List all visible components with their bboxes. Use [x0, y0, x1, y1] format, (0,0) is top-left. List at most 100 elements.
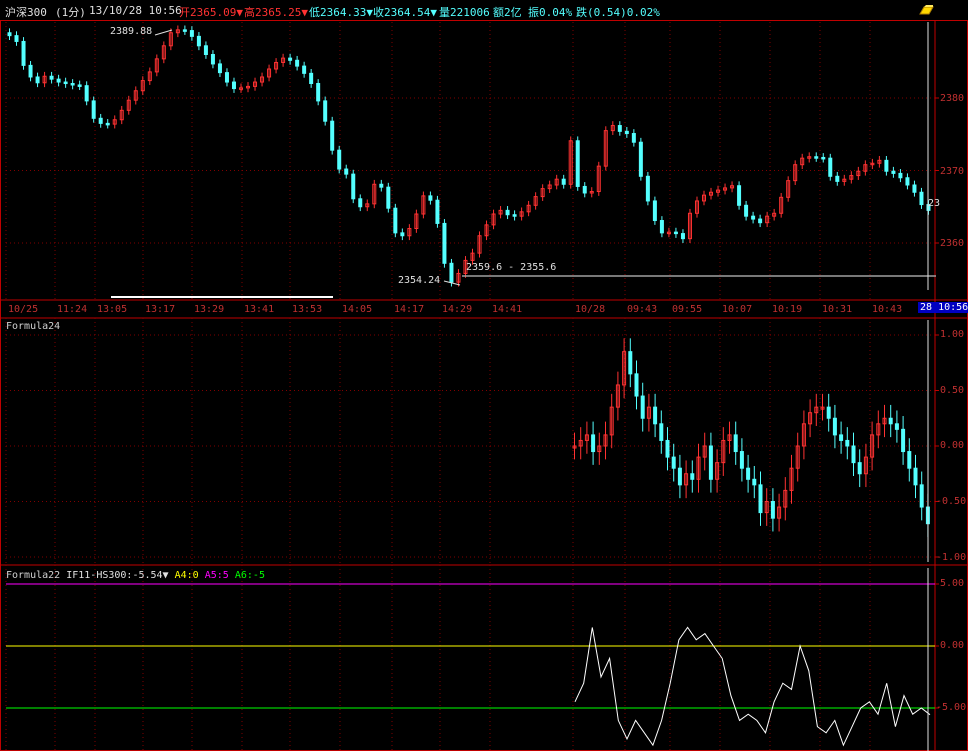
change-value: 跌(0.54)0.02% — [576, 6, 660, 19]
amplitude-value: 振0.04% — [528, 6, 573, 19]
f24-body — [752, 478, 757, 486]
candle-body — [638, 141, 643, 177]
candle-body — [14, 35, 19, 42]
candle-body — [673, 231, 678, 235]
volume-value: 量221006 — [439, 6, 490, 19]
time-label: 13:17 — [145, 304, 176, 315]
candle-body — [105, 122, 110, 126]
f24-body — [901, 428, 906, 453]
chart-canvas[interactable] — [0, 0, 968, 751]
f24-body — [758, 484, 763, 514]
f24-body — [832, 417, 837, 436]
f24-body — [591, 434, 596, 453]
candle-body — [505, 209, 510, 216]
f24-body — [919, 484, 924, 508]
candle-body — [919, 191, 924, 206]
candle-body — [56, 78, 61, 83]
time-label: 14:05 — [342, 304, 373, 315]
candle-body — [309, 72, 314, 84]
candle-body — [575, 140, 580, 187]
candle-body — [295, 59, 300, 67]
candle-body — [203, 45, 208, 55]
formula24-tick-m1: -1.00 — [936, 552, 967, 563]
candle-body — [891, 170, 896, 174]
ifspread-line — [574, 626, 931, 747]
price-tick-2380: 2380 — [940, 93, 965, 104]
time-label: 09:55 — [672, 304, 703, 315]
current-date: 28 — [920, 302, 933, 313]
candle-body — [428, 195, 433, 201]
candle-body — [98, 117, 103, 124]
candle-body — [77, 84, 82, 87]
candle-body — [196, 35, 201, 47]
formula24-tick-0: 0.00 — [940, 440, 965, 451]
candle-body — [316, 83, 321, 102]
candle-body — [652, 200, 657, 222]
candle-body — [344, 168, 349, 175]
f24-body — [907, 451, 912, 469]
candle-body — [821, 156, 826, 160]
f24-body — [671, 456, 676, 469]
formula22-value: IF11-HS300:-5.54▼ — [66, 570, 169, 581]
measure-annotation: 2359.6 - 2355.6 — [466, 262, 557, 273]
candle-body — [645, 175, 650, 202]
candle-body — [35, 76, 40, 84]
f24-body — [659, 423, 664, 441]
time-label: 09:43 — [627, 304, 658, 315]
candle-body — [400, 232, 405, 237]
time-label: 10/28 — [575, 304, 606, 315]
candle-body — [393, 207, 398, 234]
outer-frame — [0, 20, 968, 751]
f24-body — [733, 434, 738, 453]
formula24-tick-05: 0.50 — [940, 385, 965, 396]
f24-body — [677, 467, 682, 486]
time-label: 13:29 — [194, 304, 225, 315]
time-label: 14:41 — [492, 304, 523, 315]
candle-body — [351, 173, 356, 200]
formula24-title[interactable]: Formula24 — [6, 321, 60, 332]
instrument-name[interactable]: 沪深300 — [5, 4, 47, 20]
candle-body — [905, 177, 910, 186]
f24-body — [857, 462, 862, 475]
formula22-title[interactable]: Formula22 IF11-HS300:-5.54▼ A4:0 A5:5 A6… — [6, 570, 265, 581]
candle-body — [512, 214, 517, 217]
quote-header: 沪深300 (1分) 13/10/28 10:56 开2365.09▼ 高236… — [0, 0, 968, 22]
candle-body — [680, 233, 685, 240]
high-value: 高2365.25▼ — [244, 6, 308, 19]
f24-body — [640, 395, 645, 419]
f24-body — [628, 351, 633, 375]
formula24-tick-1: 1.00 — [940, 329, 965, 340]
low-value: 低2364.33▼ — [309, 6, 373, 19]
candle-body — [28, 64, 33, 78]
candle-body — [912, 184, 917, 193]
candle-body — [337, 149, 342, 170]
f24-body — [845, 439, 850, 447]
current-time: 10:56 — [938, 302, 968, 313]
candle-body — [898, 172, 903, 179]
f24-body — [894, 423, 899, 430]
candle-body — [435, 199, 440, 224]
f24-body — [851, 445, 856, 464]
period-label[interactable]: (1分) — [55, 4, 86, 20]
candle-body — [21, 40, 26, 66]
candle-body — [358, 198, 363, 208]
candle-body — [737, 185, 742, 206]
f24-body — [913, 467, 918, 486]
candle-body — [442, 222, 447, 264]
candle-body — [884, 159, 889, 172]
f24-body — [708, 445, 713, 480]
candle-body — [379, 183, 384, 188]
time-label: 13:41 — [244, 304, 275, 315]
formula22-a4: A4:0 — [174, 570, 199, 581]
candle-body — [386, 186, 391, 209]
f24-body — [634, 373, 639, 397]
candle-body — [7, 32, 12, 37]
gold-bar-icon[interactable] — [918, 4, 934, 16]
candle-body — [631, 133, 636, 143]
datetime-label: 13/10/28 10:56 — [89, 4, 182, 17]
candle-body — [224, 72, 229, 83]
f24-body — [653, 406, 658, 425]
formula22-a5: A5:5 — [204, 570, 229, 581]
formula22-tick-m5: -5.00 — [936, 702, 967, 713]
candle-body — [189, 30, 194, 37]
